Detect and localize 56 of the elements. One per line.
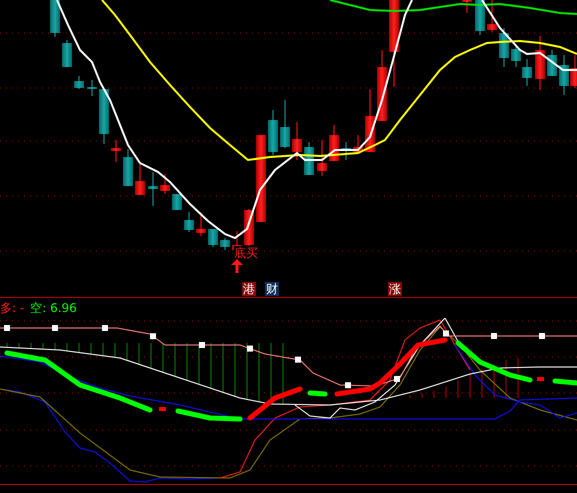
candlestick — [87, 80, 97, 96]
signal-line-segment — [176, 408, 242, 422]
legend-entry: 多: - — [0, 300, 24, 316]
candlestick — [184, 212, 194, 232]
candlestick — [535, 36, 545, 90]
candlestick — [196, 212, 206, 236]
candlestick — [62, 40, 72, 68]
signal-line-segment — [248, 386, 302, 420]
candlestick — [522, 58, 532, 86]
up-arrow-icon — [231, 259, 243, 273]
event-tag[interactable]: 港 — [242, 282, 256, 296]
event-tag[interactable]: 涨 — [388, 282, 402, 296]
candlestick — [475, 0, 485, 36]
candlestick — [317, 140, 327, 176]
marker-square — [52, 325, 58, 331]
candlestick — [559, 54, 569, 96]
marker-square — [394, 376, 400, 382]
candlestick — [353, 134, 363, 152]
candlestick — [341, 142, 351, 160]
candlestick — [148, 172, 158, 206]
marker-square — [491, 333, 497, 339]
candlestick — [292, 122, 302, 160]
marker-square — [247, 346, 253, 352]
candlestick — [208, 228, 218, 248]
candlestick — [268, 110, 278, 156]
marker-square — [443, 330, 449, 336]
candlestick — [499, 28, 509, 68]
signal-line-segment — [308, 390, 328, 396]
candlestick — [365, 88, 375, 152]
marker-square — [4, 325, 10, 331]
candlestick — [123, 148, 133, 186]
candlestick — [74, 76, 84, 90]
candlestick — [172, 194, 182, 210]
signal-label: 底买 — [234, 246, 258, 260]
signal-line-segment — [537, 377, 544, 381]
candlestick — [111, 140, 121, 162]
legend-entry: 空: 6.96 — [30, 300, 77, 316]
signal-line-segment — [159, 407, 166, 411]
candlestick — [50, 0, 60, 38]
marker-square — [345, 382, 351, 388]
candlestick — [99, 88, 109, 144]
marker-square — [539, 333, 545, 339]
marker-square — [150, 333, 156, 340]
candlestick — [135, 162, 145, 196]
candlestick — [511, 44, 521, 68]
candlestick — [280, 100, 290, 148]
candlestick — [160, 174, 170, 194]
candlestick — [487, 0, 497, 32]
candlestick — [220, 238, 230, 250]
candlestick — [462, 0, 472, 14]
marker-square — [199, 342, 205, 348]
marker-square — [295, 356, 301, 363]
marker-square — [102, 325, 108, 331]
candlestick — [329, 124, 339, 162]
event-tag[interactable]: 财 — [265, 282, 279, 296]
signal-line-segment — [552, 378, 577, 386]
